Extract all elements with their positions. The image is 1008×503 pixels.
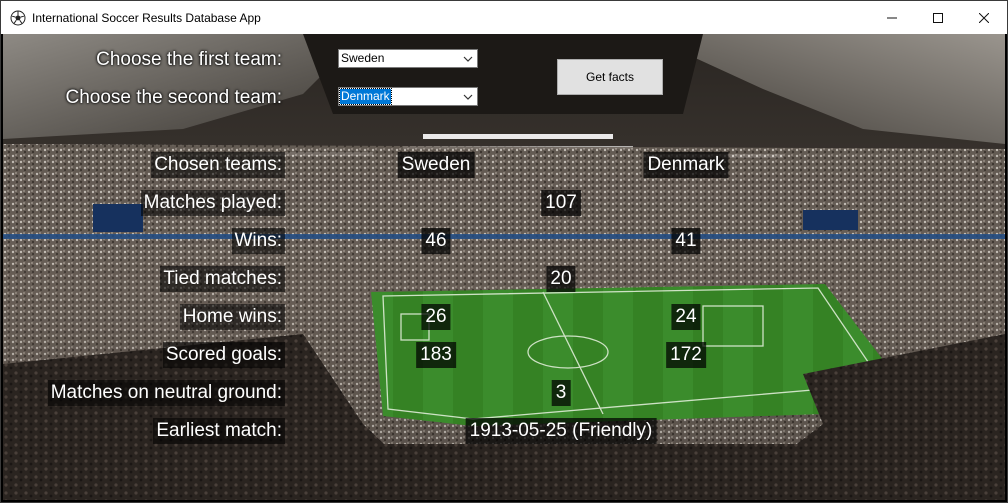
chevron-down-icon xyxy=(463,56,473,62)
home-wins-team2-value: 24 xyxy=(671,304,701,330)
second-team-value: Denmark xyxy=(339,88,392,105)
maximize-icon xyxy=(933,12,943,23)
earliest-match-value: 1913-05-25 (Friendly) xyxy=(465,418,657,444)
maximize-button[interactable] xyxy=(915,1,961,34)
home-wins-label: Home wins: xyxy=(179,304,285,330)
wins-team1-value: 46 xyxy=(421,228,451,254)
second-team-select[interactable]: Denmark xyxy=(338,87,478,106)
earliest-match-label: Earliest match: xyxy=(153,418,285,444)
first-team-select[interactable]: Sweden xyxy=(338,49,478,68)
home-wins-team1-value: 26 xyxy=(421,304,451,330)
close-icon xyxy=(979,12,989,23)
minimize-icon xyxy=(887,17,897,18)
close-button[interactable] xyxy=(961,1,1007,34)
app-window: International Soccer Results Database Ap… xyxy=(0,0,1008,503)
window-controls xyxy=(869,1,1007,34)
goals-team1-value: 183 xyxy=(416,342,456,368)
wins-team2-value: 41 xyxy=(671,228,701,254)
tied-matches-label: Tied matches: xyxy=(160,266,285,292)
first-team-label: Choose the first team: xyxy=(96,49,282,70)
chevron-down-icon xyxy=(463,94,473,100)
chosen-teams-label: Chosen teams: xyxy=(151,152,285,178)
neutral-ground-value: 3 xyxy=(551,380,571,406)
get-facts-button[interactable]: Get facts xyxy=(557,59,663,95)
neutral-ground-label: Matches on neutral ground: xyxy=(47,380,285,406)
goals-team2-value: 172 xyxy=(666,342,706,368)
matches-played-value: 107 xyxy=(541,190,581,216)
scored-goals-label: Scored goals: xyxy=(162,342,285,368)
team1-name: Sweden xyxy=(397,152,475,178)
title-bar[interactable]: International Soccer Results Database Ap… xyxy=(1,1,1007,34)
tied-matches-value: 20 xyxy=(546,266,576,292)
main-content: Choose the first team: Sweden Choose the… xyxy=(3,34,1005,500)
team2-name: Denmark xyxy=(643,152,729,178)
second-team-label: Choose the second team: xyxy=(65,87,282,108)
first-team-value: Sweden xyxy=(341,51,385,65)
soccer-ball-icon xyxy=(10,10,26,25)
wins-label: Wins: xyxy=(231,228,285,254)
window-title: International Soccer Results Database Ap… xyxy=(32,10,261,25)
matches-played-label: Matches played: xyxy=(140,190,285,216)
minimize-button[interactable] xyxy=(869,1,915,34)
